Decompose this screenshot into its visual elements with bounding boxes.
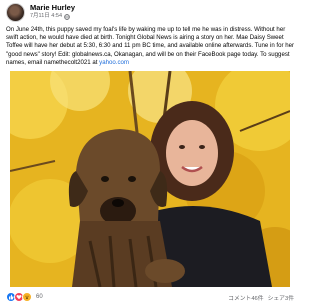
wow-icon [22,292,32,302]
post-meta: Marie Hurley 7月11日 4:54 [30,3,75,20]
post-stats: コメント46件 シェア3件 [228,293,294,302]
post-header: Marie Hurley 7月11日 4:54 [6,3,75,25]
comment-count[interactable]: コメント46件 [228,293,263,302]
email-domain-link[interactable]: yahoo.com [99,59,129,66]
reaction-count[interactable]: 60 [36,294,43,300]
author-name[interactable]: Marie Hurley [30,4,75,12]
globe-icon [64,13,70,20]
post-footer: 60 コメント46件 シェア3件 [6,292,294,302]
author-avatar[interactable] [6,3,25,22]
post-text: On June 24th, this puppy saved my foal's… [6,26,296,67]
post-body: On June 24th, this puppy saved my foal's… [6,26,295,66]
post-subline: 7月11日 4:54 [30,13,75,20]
post-date[interactable]: 7月11日 4:54 [30,13,62,20]
reactions-summary[interactable]: 60 [6,292,43,302]
post-photo[interactable] [10,71,290,287]
share-count[interactable]: シェア3件 [268,293,294,302]
photo-illustration [10,71,290,287]
